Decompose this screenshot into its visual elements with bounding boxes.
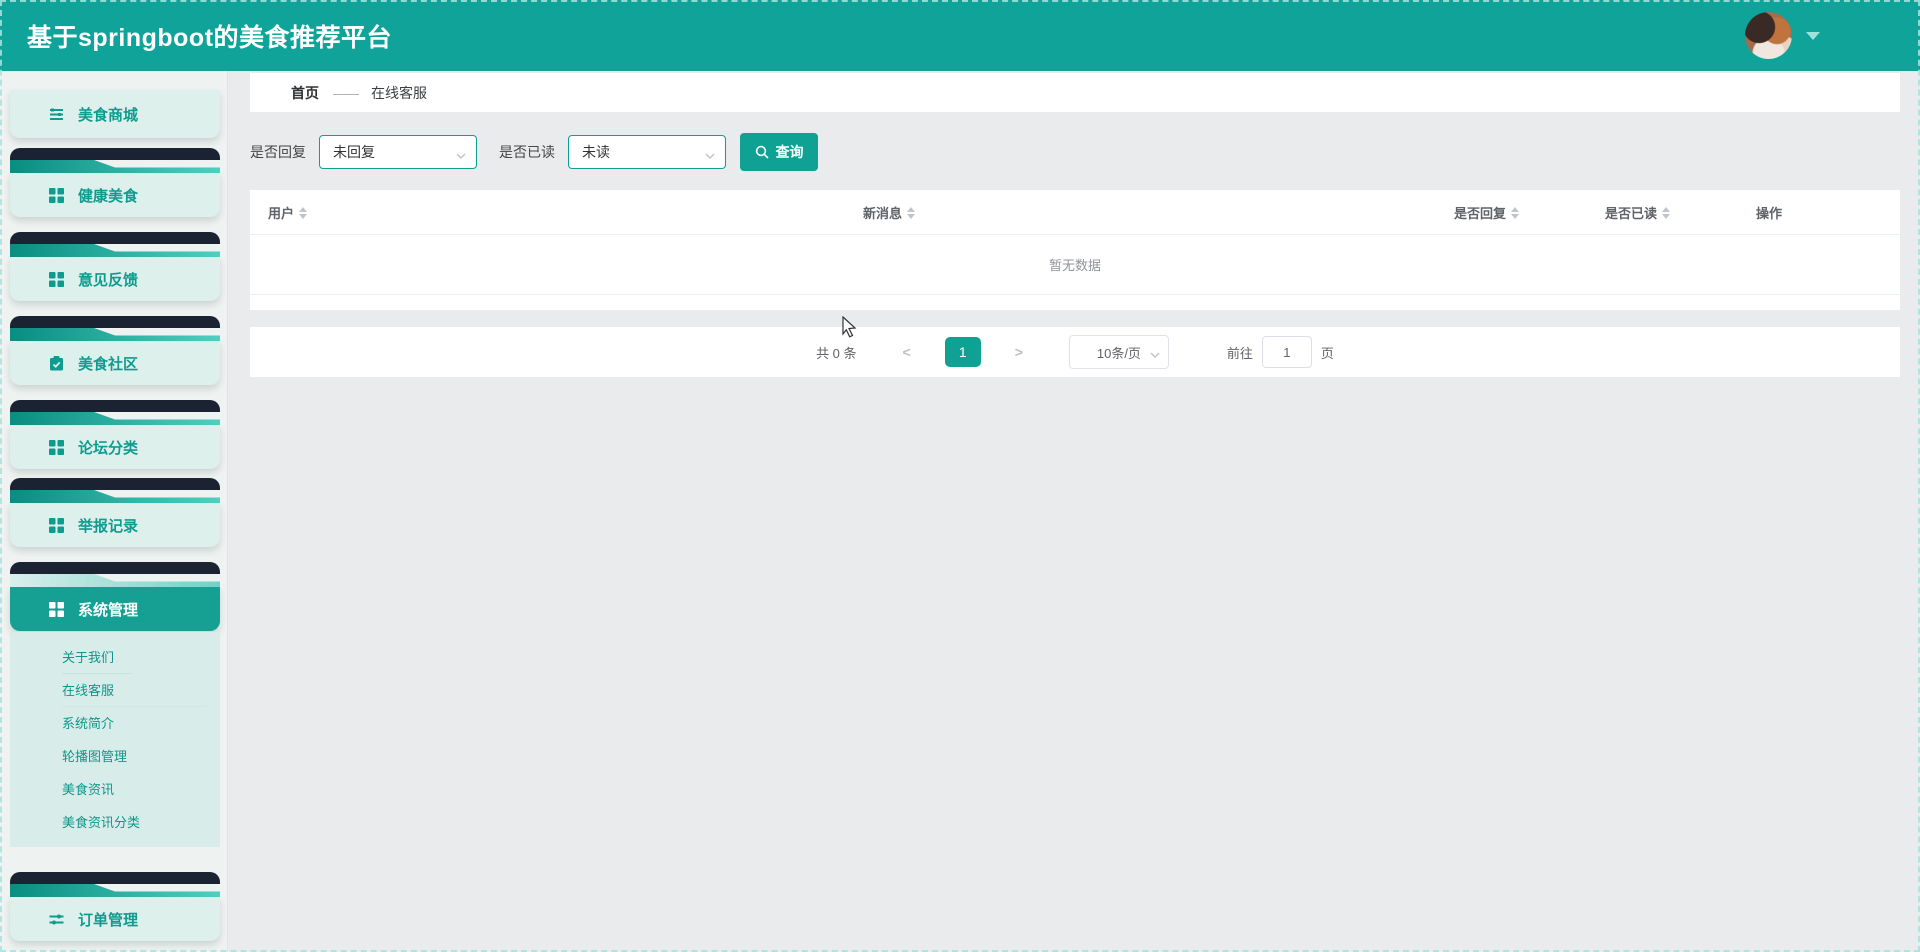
sidebar-item-healthy-food[interactable]: 健康美食	[10, 148, 220, 217]
column-header-new-message[interactable]: 新消息	[863, 190, 916, 235]
submenu-item-system-intro[interactable]: 系统简介	[62, 707, 220, 740]
app-header: 基于springboot的美食推荐平台	[0, 0, 1920, 71]
messages-table: 用户 新消息 是否回复 是否已读 操作 暂无数据	[250, 190, 1900, 310]
submenu-item-online-service[interactable]: 在线客服	[62, 674, 206, 707]
card-top-strip	[10, 148, 220, 160]
pagination-page-1-button[interactable]: 1	[944, 337, 981, 367]
sort-caret-icon[interactable]	[907, 203, 916, 223]
column-header-read[interactable]: 是否已读	[1605, 190, 1671, 235]
sidebar-item-label: 订单管理	[78, 911, 139, 929]
caret-down-icon[interactable]	[1806, 31, 1820, 40]
submenu-item-about-us[interactable]: 关于我们	[62, 641, 132, 674]
table-empty-placeholder: 暂无数据	[250, 235, 1900, 295]
goto-page-suffix: 页	[1320, 345, 1334, 361]
pagination-prev-button[interactable]: <	[903, 344, 911, 360]
card-ribbon	[10, 328, 220, 341]
breadcrumb-current: 在线客服	[371, 84, 427, 101]
card-top-strip	[10, 478, 220, 490]
sidebar-item-label: 论坛分类	[78, 439, 139, 457]
page-size-select[interactable]: 10条/页	[1068, 335, 1169, 369]
breadcrumb-separator: ——	[333, 84, 359, 101]
breadcrumb: 首页 —— 在线客服	[250, 73, 1900, 112]
sidebar-item-label: 美食商城	[78, 106, 139, 124]
sidebar-item-feedback[interactable]: 意见反馈	[10, 232, 220, 301]
grid-icon	[48, 439, 65, 456]
sliders-icon	[48, 106, 65, 123]
reply-filter-value: 未回复	[333, 144, 375, 160]
pagination: 共 0 条 < 1 > 10条/页 前往 页	[250, 327, 1900, 377]
grid-icon	[48, 187, 65, 204]
read-filter-label: 是否已读	[499, 144, 555, 160]
sort-caret-icon[interactable]	[299, 203, 308, 223]
card-top-strip	[10, 232, 220, 244]
sidebar-item-label: 健康美食	[78, 187, 139, 205]
clipboard-check-icon	[48, 355, 65, 372]
sidebar-item-forum-category[interactable]: 论坛分类	[10, 400, 220, 469]
submenu-item-food-news-category[interactable]: 美食资讯分类	[62, 806, 220, 839]
card-ribbon	[10, 574, 220, 587]
app-title: 基于springboot的美食推荐平台	[27, 23, 393, 52]
user-menu[interactable]	[1745, 0, 1820, 71]
main-content: 首页 —— 在线客服 是否回复 未回复 是否已读 未读 查询 用户 新消息 是否…	[228, 71, 1920, 952]
sidebar-item-label: 美食社区	[78, 355, 139, 373]
pagination-total: 共 0 条	[816, 345, 857, 361]
reply-filter-label: 是否回复	[250, 144, 306, 160]
read-filter-value: 未读	[582, 144, 610, 160]
sidebar: 美食商城 健康美食 意见反馈 美食社区 论坛分类 举报记录 系统管理 关于我们 …	[0, 71, 228, 952]
avatar[interactable]	[1745, 12, 1792, 59]
sort-caret-icon[interactable]	[1662, 203, 1671, 223]
column-header-user[interactable]: 用户	[268, 190, 308, 235]
sidebar-item-food-community[interactable]: 美食社区	[10, 316, 220, 385]
chevron-down-icon	[705, 148, 715, 160]
card-ribbon	[10, 412, 220, 425]
reply-filter-select[interactable]: 未回复	[319, 135, 477, 169]
card-top-strip	[10, 400, 220, 412]
search-button[interactable]: 查询	[740, 133, 818, 171]
sort-caret-icon[interactable]	[1511, 203, 1520, 223]
card-ribbon	[10, 160, 220, 173]
pagination-next-button[interactable]: >	[1015, 344, 1023, 360]
search-button-label: 查询	[775, 144, 804, 160]
sliders-icon	[48, 911, 65, 928]
table-header-row: 用户 新消息 是否回复 是否已读 操作	[250, 190, 1900, 235]
system-management-submenu: 关于我们 在线客服 系统简介 轮播图管理 美食资讯 美食资讯分类	[10, 632, 220, 847]
goto-page-label: 前往	[1226, 345, 1253, 361]
sidebar-item-label: 意见反馈	[78, 271, 139, 289]
card-top-strip	[10, 316, 220, 328]
card-top-strip	[10, 562, 220, 574]
breadcrumb-home-link[interactable]: 首页	[291, 83, 319, 103]
card-ribbon	[10, 490, 220, 503]
sidebar-item-label: 系统管理	[78, 601, 139, 619]
column-header-replied[interactable]: 是否回复	[1454, 190, 1520, 235]
submenu-item-carousel-management[interactable]: 轮播图管理	[62, 740, 220, 773]
sidebar-item-order-management[interactable]: 订单管理	[10, 872, 220, 941]
read-filter-select[interactable]: 未读	[568, 135, 726, 169]
column-header-actions: 操作	[1756, 206, 1783, 221]
sidebar-item-report-records[interactable]: 举报记录	[10, 478, 220, 547]
search-icon	[755, 145, 769, 159]
chevron-down-icon	[1150, 348, 1160, 363]
sidebar-item-food-mall[interactable]: 美食商城	[10, 90, 220, 138]
sidebar-item-label: 举报记录	[78, 517, 139, 535]
chevron-down-icon	[456, 148, 466, 160]
card-top-strip	[10, 872, 220, 884]
submenu-item-food-news[interactable]: 美食资讯	[62, 773, 220, 806]
grid-icon	[48, 517, 65, 534]
card-ribbon	[10, 244, 220, 257]
card-ribbon	[10, 884, 220, 897]
sidebar-item-system-management[interactable]: 系统管理	[10, 562, 220, 631]
page-size-value: 10条/页	[1096, 345, 1141, 361]
grid-icon	[48, 271, 65, 288]
filter-row: 是否回复 未回复 是否已读 未读 查询	[250, 133, 1900, 171]
grid-icon	[48, 601, 65, 618]
goto-page-input[interactable]	[1261, 336, 1312, 368]
online-service-admin-page: 基于springboot的美食推荐平台 美食商城 健康美食 意见反馈 美食社区 …	[0, 0, 1920, 952]
